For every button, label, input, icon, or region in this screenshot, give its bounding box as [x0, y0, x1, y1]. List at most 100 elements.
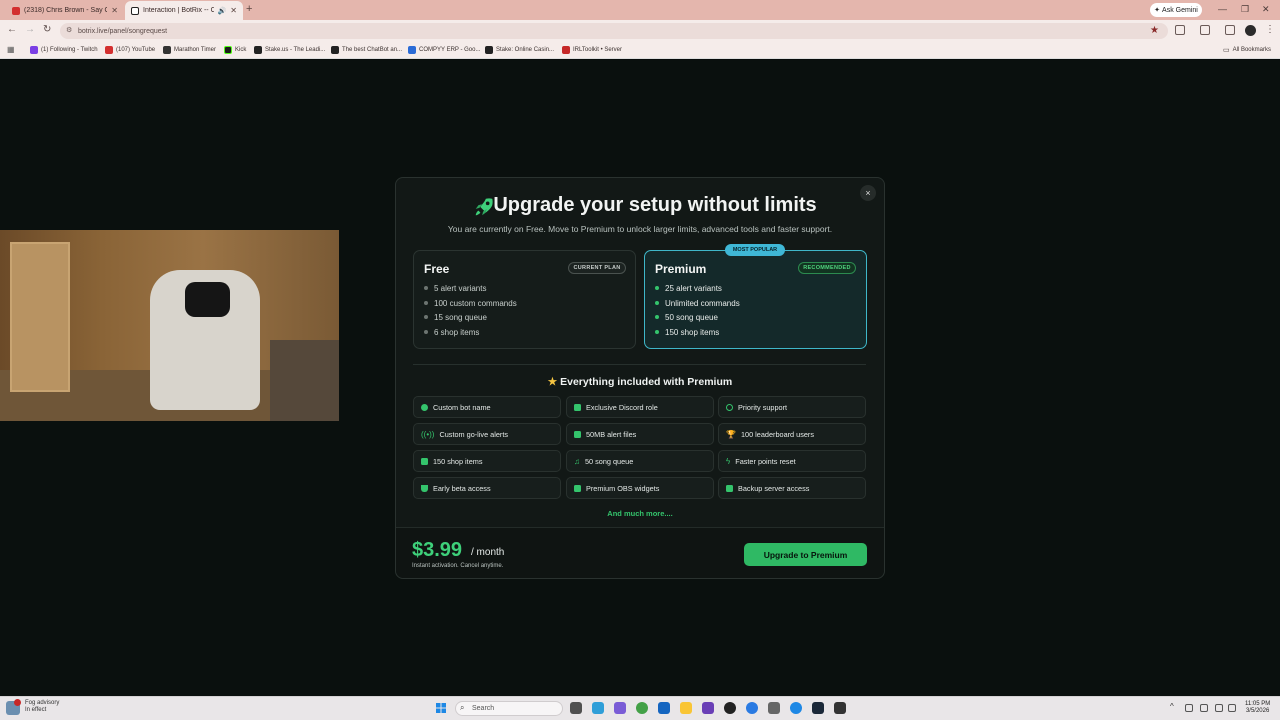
- included-heading: ★ Everything included with Premium: [395, 376, 885, 388]
- stake-icon: [485, 46, 493, 54]
- network-icon[interactable]: [1215, 704, 1223, 712]
- chatbot-icon: [331, 46, 339, 54]
- tab-title: (2318) Chris Brown - Say Goodb: [24, 7, 108, 14]
- tab-botrix[interactable]: Interaction | BotRix -- Clou 🔊 ✕: [125, 1, 243, 20]
- notification-badge: [14, 699, 21, 706]
- address-bar[interactable]: botrix.live/panel/songrequest: [60, 23, 1168, 39]
- back-icon[interactable]: ←: [7, 24, 17, 35]
- all-bookmarks[interactable]: ▭ All Bookmarks: [1223, 44, 1271, 56]
- feature-text: Priority support: [738, 402, 788, 412]
- forward-icon[interactable]: →: [25, 24, 35, 35]
- bookmark-twitch[interactable]: (1) Following - Twitch: [30, 44, 98, 56]
- included-feature: ♫ 50 song queue: [566, 450, 714, 472]
- app-icon[interactable]: [768, 702, 780, 714]
- bookmark-youtube[interactable]: (107) YouTube: [105, 44, 155, 56]
- bullet-icon: [424, 315, 428, 319]
- and-more-link[interactable]: And much more....: [395, 509, 885, 518]
- feature-text: 6 shop items: [434, 327, 480, 337]
- bookmark-chatbot[interactable]: The best ChatBot an...: [331, 44, 402, 56]
- close-tab-icon[interactable]: ✕: [230, 6, 237, 15]
- weather-widget[interactable]: Fog advisory In effect: [25, 700, 59, 714]
- menu-kebab-icon[interactable]: ⋮: [1265, 24, 1275, 35]
- audio-icon[interactable]: 🔊: [218, 7, 227, 15]
- feature-text: Premium OBS widgets: [586, 483, 660, 493]
- file-explorer-icon[interactable]: [680, 702, 692, 714]
- chrome-icon[interactable]: [636, 702, 648, 714]
- included-feature: Priority support: [718, 396, 866, 418]
- bullet-icon: [424, 301, 428, 305]
- divider: [413, 364, 866, 365]
- bookmark-label: Stake.us - The Leadi...: [265, 47, 326, 53]
- app-icon[interactable]: [746, 702, 758, 714]
- bookmark-compyy[interactable]: COMPYY ERP - Goo...: [408, 44, 480, 56]
- terminal-icon[interactable]: [834, 702, 846, 714]
- upgrade-button[interactable]: Upgrade to Premium: [744, 543, 867, 566]
- apps-grid-icon[interactable]: ▦: [7, 45, 15, 54]
- timer-icon: [163, 46, 171, 54]
- edge-icon[interactable]: [790, 702, 802, 714]
- twitch-icon: [30, 46, 38, 54]
- bookmark-irltoolkit[interactable]: IRLToolkit • Server: [562, 44, 622, 56]
- downloads-icon[interactable]: [1225, 25, 1235, 35]
- youtube-icon: [105, 46, 113, 54]
- sidepanel-icon[interactable]: [1200, 25, 1210, 35]
- tray-icon[interactable]: [1185, 704, 1193, 712]
- plan-feature: 25 alert variants: [655, 282, 722, 294]
- kick-icon: [224, 46, 232, 54]
- reload-icon[interactable]: ↻: [43, 24, 51, 35]
- minimize-icon[interactable]: —: [1218, 4, 1227, 14]
- feature-text: 100 leaderboard users: [740, 429, 814, 439]
- extensions-icon[interactable]: [1175, 25, 1185, 35]
- start-icon[interactable]: [436, 703, 446, 713]
- tab-title: Interaction | BotRix -- Clou: [143, 7, 214, 14]
- bookmark-stake-us[interactable]: Stake.us - The Leadi...: [254, 44, 325, 56]
- close-tab-icon[interactable]: ✕: [111, 6, 118, 15]
- modal-subtitle: You are currently on Free. Move to Premi…: [447, 224, 833, 234]
- plan-feature: 50 song queue: [655, 311, 718, 323]
- flask-icon: [421, 484, 428, 492]
- included-feature: Custom bot name: [413, 396, 561, 418]
- close-window-icon[interactable]: ✕: [1262, 4, 1270, 15]
- bookmark-stake-casino[interactable]: Stake: Online Casin...: [485, 44, 554, 56]
- ask-gemini-label: Ask Gemini: [1162, 6, 1198, 14]
- bookmark-label: (1) Following - Twitch: [41, 47, 98, 53]
- bookmark-star-icon[interactable]: ★: [1150, 25, 1159, 36]
- bookmark-kick[interactable]: Kick: [224, 44, 246, 56]
- steam-icon[interactable]: [812, 702, 824, 714]
- store-app-icon[interactable]: [658, 702, 670, 714]
- maximize-icon[interactable]: ❐: [1241, 4, 1249, 15]
- new-tab-icon[interactable]: +: [246, 3, 252, 15]
- app-icon[interactable]: [702, 702, 714, 714]
- chevron-up-icon[interactable]: ^: [1170, 702, 1174, 711]
- task-view-icon[interactable]: [570, 702, 582, 714]
- system-clock[interactable]: 11:05 PM 3/5/2026: [1245, 701, 1270, 715]
- bookmark-marathon-timer[interactable]: Marathon Timer: [163, 44, 216, 56]
- feature-text: Early beta access: [433, 483, 491, 493]
- ask-gemini-button[interactable]: ✦ Ask Gemini: [1150, 3, 1202, 17]
- clock-date: 3/5/2026: [1245, 708, 1270, 714]
- app-icon[interactable]: [614, 702, 626, 714]
- all-bookmarks-label: All Bookmarks: [1232, 47, 1271, 53]
- trophy-icon: 🏆: [726, 429, 736, 439]
- feature-text: 50MB alert files: [586, 429, 637, 439]
- feature-text: Custom go-live alerts: [439, 429, 509, 439]
- music-note-icon: ♫: [574, 456, 580, 466]
- feature-text: 50 song queue: [585, 456, 634, 466]
- volume-icon[interactable]: [1228, 704, 1236, 712]
- search-icon: ⌕: [460, 703, 465, 712]
- mic-icon[interactable]: [1200, 704, 1208, 712]
- folder-icon: ▭: [1223, 47, 1230, 54]
- feature-text: 150 shop items: [433, 456, 483, 466]
- feature-text: Unlimited commands: [665, 298, 740, 308]
- app-icon[interactable]: [724, 702, 736, 714]
- plan-feature: 150 shop items: [655, 326, 719, 338]
- tab-youtube[interactable]: (2318) Chris Brown - Say Goodb ✕: [6, 1, 124, 20]
- feature-text: Exclusive Discord role: [586, 402, 658, 412]
- profile-avatar[interactable]: [1245, 25, 1256, 36]
- taskbar-search[interactable]: Search: [455, 701, 563, 716]
- widgets-icon[interactable]: [592, 702, 604, 714]
- site-info-icon[interactable]: ⚙: [66, 26, 72, 34]
- chair-headrest: [185, 282, 230, 317]
- plan-feature: 6 shop items: [424, 326, 479, 338]
- grid-icon: [574, 484, 581, 492]
